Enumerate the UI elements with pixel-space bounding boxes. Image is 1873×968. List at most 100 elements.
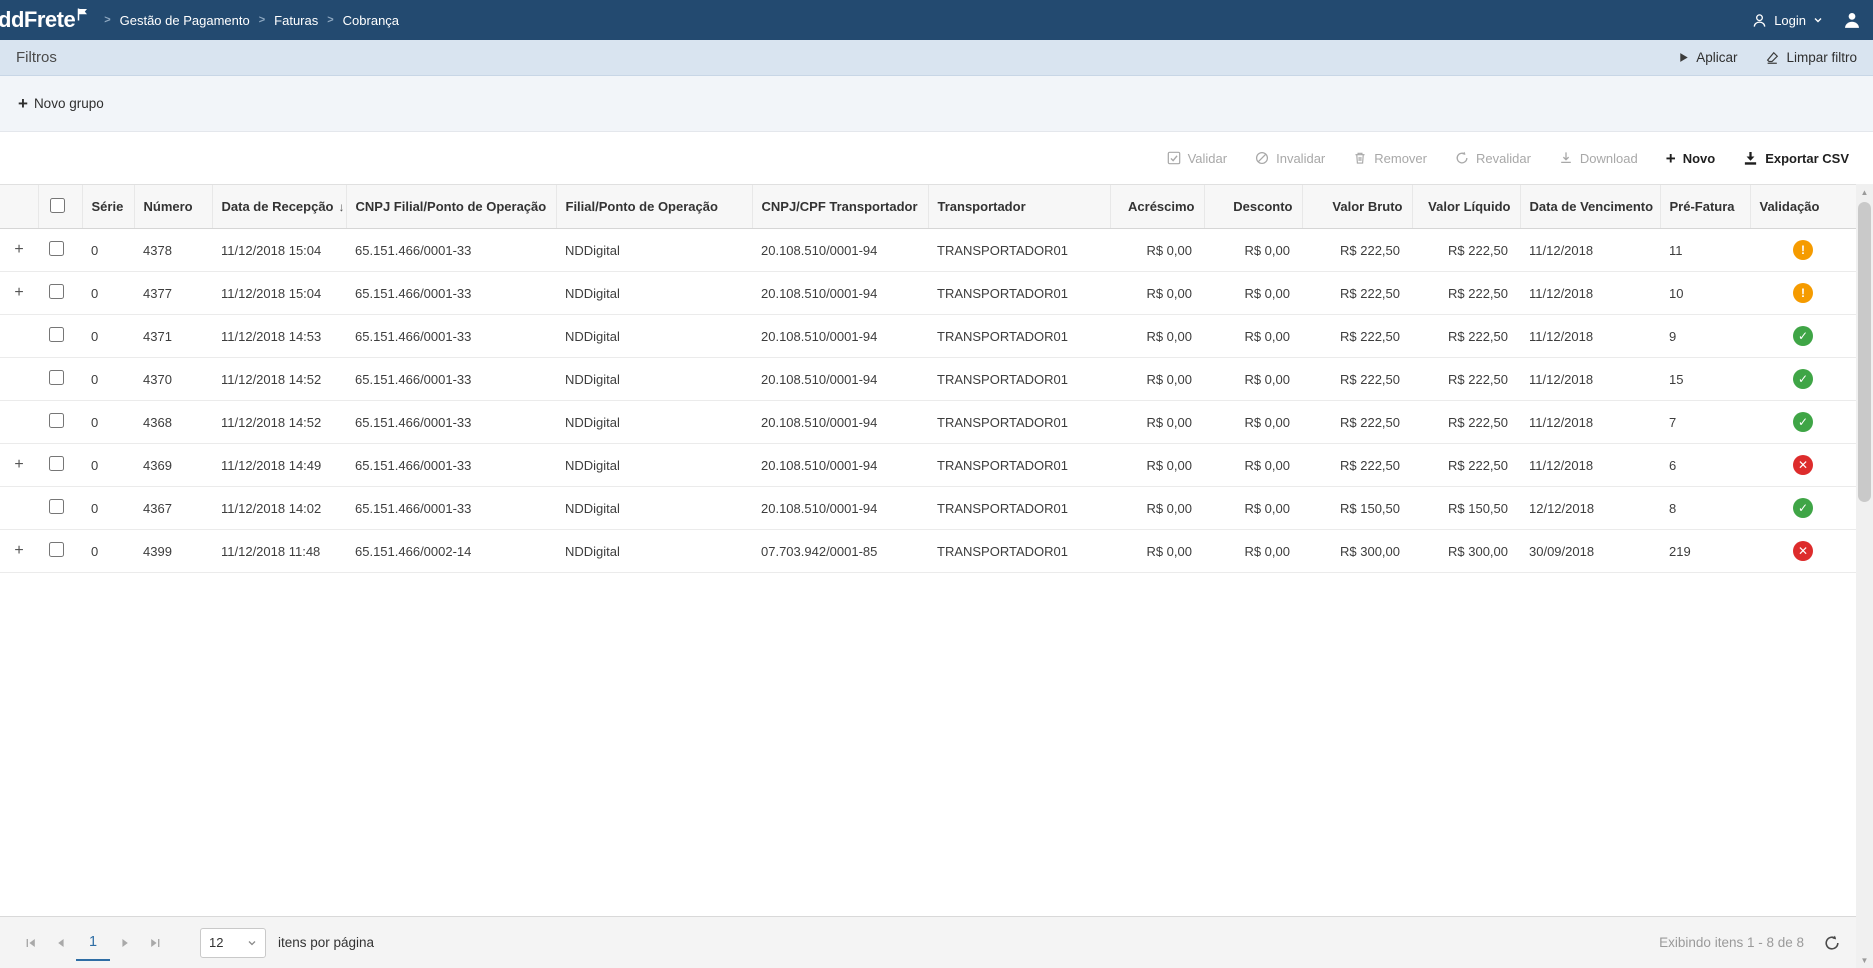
login-menu[interactable]: Login bbox=[1752, 13, 1823, 28]
header-data-vencimento[interactable]: Data de Vencimento bbox=[1520, 185, 1660, 229]
header-acrescimo[interactable]: Acréscimo bbox=[1110, 185, 1204, 229]
row-checkbox[interactable] bbox=[49, 284, 64, 299]
refresh-grid-button[interactable] bbox=[1824, 935, 1840, 951]
cell-serie: 0 bbox=[82, 315, 134, 358]
cell-acrescimo: R$ 0,00 bbox=[1110, 272, 1204, 315]
breadcrumb-item-gestao-de-pagamento[interactable]: Gestão de Pagamento bbox=[120, 13, 250, 28]
table-row[interactable]: 0437011/12/2018 14:5265.151.466/0001-33N… bbox=[0, 358, 1856, 401]
user-icon[interactable] bbox=[1843, 11, 1861, 29]
revalidate-button[interactable]: Revalidar bbox=[1455, 151, 1531, 166]
cell-data-recepcao: 11/12/2018 11:48 bbox=[212, 530, 346, 573]
breadcrumb-separator-icon: > bbox=[104, 14, 110, 26]
cell-numero: 4399 bbox=[134, 530, 212, 573]
cell-filial: NDDigital bbox=[556, 401, 752, 444]
header-validacao[interactable]: Validação bbox=[1750, 185, 1856, 229]
row-checkbox[interactable] bbox=[49, 456, 64, 471]
header-serie-label: Série bbox=[92, 199, 124, 214]
row-checkbox[interactable] bbox=[49, 499, 64, 514]
new-button[interactable]: + Novo bbox=[1666, 150, 1715, 167]
header-numero[interactable]: Número bbox=[134, 185, 212, 229]
header-valor-liquido-label: Valor Líquido bbox=[1428, 199, 1510, 214]
table-row[interactable]: +0439911/12/2018 11:4865.151.466/0002-14… bbox=[0, 530, 1856, 573]
table-row[interactable]: +0437711/12/2018 15:0465.151.466/0001-33… bbox=[0, 272, 1856, 315]
table-row[interactable]: 0436711/12/2018 14:0265.151.466/0001-33N… bbox=[0, 487, 1856, 530]
expand-row-button[interactable]: + bbox=[0, 444, 38, 487]
header-transportador[interactable]: Transportador bbox=[928, 185, 1110, 229]
previous-page-button[interactable] bbox=[46, 928, 76, 958]
sort-desc-icon: ↓ bbox=[339, 200, 345, 214]
breadcrumb-item-cobranca[interactable]: Cobrança bbox=[343, 13, 399, 28]
cell-acrescimo: R$ 0,00 bbox=[1110, 315, 1204, 358]
cell-serie: 0 bbox=[82, 358, 134, 401]
cell-pre-fatura: 9 bbox=[1660, 315, 1750, 358]
cell-valor-liquido: R$ 222,50 bbox=[1412, 444, 1520, 487]
top-navbar: ddFrete > Gestão de Pagamento > Faturas … bbox=[0, 0, 1873, 40]
select-all-checkbox[interactable] bbox=[50, 198, 65, 213]
validation-warning-icon: ! bbox=[1793, 283, 1813, 303]
row-checkbox[interactable] bbox=[49, 241, 64, 256]
validate-button[interactable]: Validar bbox=[1167, 151, 1228, 166]
cell-valor-liquido: R$ 222,50 bbox=[1412, 315, 1520, 358]
app-logo[interactable]: ddFrete bbox=[0, 7, 88, 33]
remove-button[interactable]: Remover bbox=[1353, 151, 1427, 166]
vertical-scrollbar[interactable]: ▲ ▼ bbox=[1856, 184, 1873, 968]
row-checkbox[interactable] bbox=[49, 370, 64, 385]
header-serie[interactable]: Série bbox=[82, 185, 134, 229]
download-button[interactable]: Download bbox=[1559, 151, 1638, 166]
header-valor-bruto[interactable]: Valor Bruto bbox=[1302, 185, 1412, 229]
download-icon bbox=[1559, 151, 1573, 165]
expand-row-button[interactable]: + bbox=[0, 530, 38, 573]
trash-icon bbox=[1353, 151, 1367, 165]
breadcrumb: > Gestão de Pagamento > Faturas > Cobran… bbox=[104, 13, 399, 28]
next-page-button[interactable] bbox=[110, 928, 140, 958]
header-filial[interactable]: Filial/Ponto de Operação bbox=[556, 185, 752, 229]
row-checkbox[interactable] bbox=[49, 413, 64, 428]
clear-filter-button[interactable]: Limpar filtro bbox=[1765, 50, 1857, 65]
first-page-button[interactable] bbox=[16, 928, 46, 958]
current-page-button[interactable]: 1 bbox=[76, 925, 110, 961]
plus-icon: + bbox=[1666, 150, 1676, 167]
header-cnpj-filial[interactable]: CNPJ Filial/Ponto de Operação bbox=[346, 185, 556, 229]
validation-success-icon: ✓ bbox=[1793, 498, 1813, 518]
scroll-up-icon[interactable]: ▲ bbox=[1856, 184, 1873, 200]
cell-cnpj-transportador: 20.108.510/0001-94 bbox=[752, 272, 928, 315]
header-pre-fatura[interactable]: Pré-Fatura bbox=[1660, 185, 1750, 229]
scroll-down-icon[interactable]: ▼ bbox=[1856, 952, 1873, 968]
person-icon bbox=[1752, 13, 1767, 28]
login-label: Login bbox=[1774, 13, 1806, 28]
validation-success-icon: ✓ bbox=[1793, 412, 1813, 432]
scrollbar-thumb[interactable] bbox=[1858, 202, 1871, 502]
table-row[interactable]: 0437111/12/2018 14:5365.151.466/0001-33N… bbox=[0, 315, 1856, 358]
page-size-value: 12 bbox=[209, 935, 223, 950]
page-size-select[interactable]: 12 bbox=[200, 928, 266, 958]
plus-icon: + bbox=[18, 95, 28, 112]
last-page-button[interactable] bbox=[140, 928, 170, 958]
expand-row-button[interactable]: + bbox=[0, 272, 38, 315]
cell-data-vencimento: 11/12/2018 bbox=[1520, 444, 1660, 487]
row-checkbox[interactable] bbox=[49, 327, 64, 342]
filters-title: Filtros bbox=[16, 49, 57, 66]
cell-acrescimo: R$ 0,00 bbox=[1110, 487, 1204, 530]
cell-data-vencimento: 11/12/2018 bbox=[1520, 229, 1660, 272]
breadcrumb-item-faturas[interactable]: Faturas bbox=[274, 13, 318, 28]
header-valor-liquido[interactable]: Valor Líquido bbox=[1412, 185, 1520, 229]
export-csv-icon bbox=[1743, 151, 1758, 166]
table-row[interactable]: 0436811/12/2018 14:5265.151.466/0001-33N… bbox=[0, 401, 1856, 444]
export-csv-button[interactable]: Exportar CSV bbox=[1743, 151, 1849, 166]
header-desconto[interactable]: Desconto bbox=[1204, 185, 1302, 229]
header-cnpj-transportador[interactable]: CNPJ/CPF Transportador bbox=[752, 185, 928, 229]
header-expand-column bbox=[0, 185, 38, 229]
apply-filter-button[interactable]: Aplicar bbox=[1678, 50, 1737, 65]
validation-error-icon: ✕ bbox=[1793, 541, 1813, 561]
table-row[interactable]: +0436911/12/2018 14:4965.151.466/0001-33… bbox=[0, 444, 1856, 487]
cell-serie: 0 bbox=[82, 401, 134, 444]
expand-row-button[interactable]: + bbox=[0, 229, 38, 272]
cell-pre-fatura: 8 bbox=[1660, 487, 1750, 530]
cell-valor-bruto: R$ 150,50 bbox=[1302, 487, 1412, 530]
new-group-button[interactable]: + Novo grupo bbox=[18, 95, 104, 112]
header-data-recepcao[interactable]: Data de Recepção↓ bbox=[212, 185, 346, 229]
table-row[interactable]: +0437811/12/2018 15:0465.151.466/0001-33… bbox=[0, 229, 1856, 272]
row-checkbox[interactable] bbox=[49, 542, 64, 557]
invalidate-button[interactable]: Invalidar bbox=[1255, 151, 1325, 166]
cell-valor-bruto: R$ 222,50 bbox=[1302, 315, 1412, 358]
